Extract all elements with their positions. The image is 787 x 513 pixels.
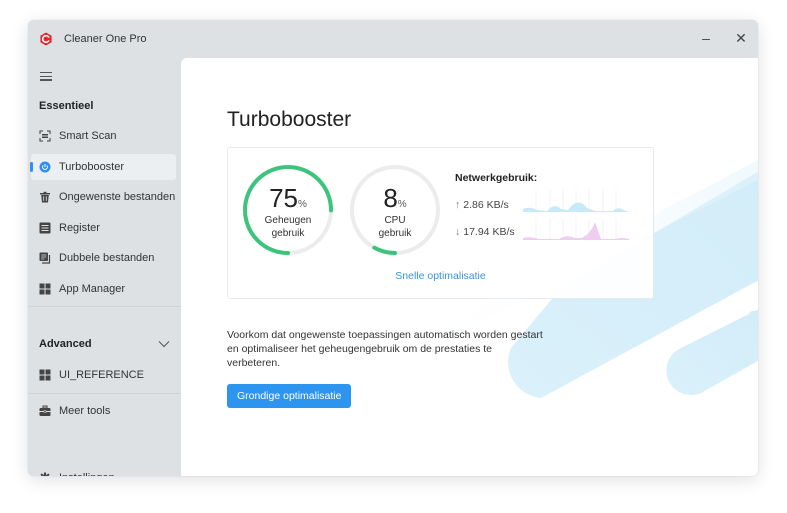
sidebar-item-registry[interactable]: Register [31,215,176,241]
sidebar-item-label: UI_REFERENCE [59,369,144,381]
sidebar-item-label: Meer tools [59,405,111,417]
upload-speed: ↑ 2.86 KB/s [455,199,509,211]
scan-icon [39,130,51,142]
sidebar-item-label: Register [59,222,100,234]
page-title: Turbobooster [227,108,352,131]
app-window: Cleaner One Pro – ✕ Essentieel Smart Sca… [28,20,758,476]
app-logo-icon [40,32,52,46]
arrow-up-icon: ↑ [455,199,461,211]
gear-icon [39,472,51,476]
download-speed: ↓ 17.94 KB/s [455,226,515,238]
quick-optimize-link[interactable]: Snelle optimalisatie [228,270,653,282]
duplicate-icon [39,252,51,264]
sidebar-item-settings[interactable]: Instellingen [31,465,176,476]
sidebar-item-turbobooster[interactable]: Turbobooster [30,154,176,180]
download-sparkline [523,218,629,240]
toolbox-icon [39,405,51,417]
deep-optimize-button[interactable]: Grondige optimalisatie [227,384,352,408]
minimize-button[interactable]: – [691,26,721,50]
registry-icon [39,222,51,234]
close-button[interactable]: ✕ [726,26,756,50]
sidebar-item-label: Ongewenste bestanden [59,191,176,203]
divider [28,393,181,394]
sidebar-item-app-manager[interactable]: App Manager [31,276,176,302]
divider [28,306,181,307]
sidebar-item-ui-reference[interactable]: UI_REFERENCE [31,362,176,388]
section-essential: Essentieel [39,100,94,112]
sidebar-item-more-tools[interactable]: Meer tools [31,398,176,424]
memory-gauge: 75% Geheugen gebruik [242,164,334,256]
sidebar-item-smart-scan[interactable]: Smart Scan [31,123,176,149]
cpu-label: CPU gebruik [378,215,412,239]
trash-icon [39,191,51,203]
status-card: 75% Geheugen gebruik 8% CPU gebruik Netwer… [227,147,654,299]
upload-sparkline [523,190,629,212]
arrow-down-icon: ↓ [455,226,461,238]
power-icon [39,161,51,173]
title-bar: Cleaner One Pro – ✕ [28,20,758,58]
active-indicator [30,162,33,172]
app-title: Cleaner One Pro [64,33,147,45]
sidebar-item-label: Smart Scan [59,130,117,142]
network-title: Netwerkgebruik: [455,172,538,184]
grid-icon [39,369,51,381]
section-advanced[interactable]: Advanced [39,338,92,350]
grid-icon [39,283,51,295]
sidebar-item-label: Dubbele bestanden [59,252,155,264]
sidebar-item-label: App Manager [59,283,126,295]
sidebar-item-label: Instellingen [59,472,115,476]
sidebar: Essentieel Smart Scan Turbobooster Ongew… [28,58,181,476]
chevron-down-icon[interactable] [158,340,170,348]
hamburger-icon[interactable] [40,72,52,82]
memory-label: Geheugen gebruik [264,215,312,239]
sidebar-item-label: Turbobooster [59,161,125,173]
sidebar-item-junk-files[interactable]: Ongewenste bestanden [31,184,176,210]
cpu-gauge: 8% CPU gebruik [349,164,441,256]
main-panel: Turbobooster 75% Geheugen gebruik 8% CPU g… [181,58,758,476]
sidebar-item-duplicate-files[interactable]: Dubbele bestanden [31,245,176,271]
description-text: Voorkom dat ongewenste toepassingen auto… [227,329,543,369]
